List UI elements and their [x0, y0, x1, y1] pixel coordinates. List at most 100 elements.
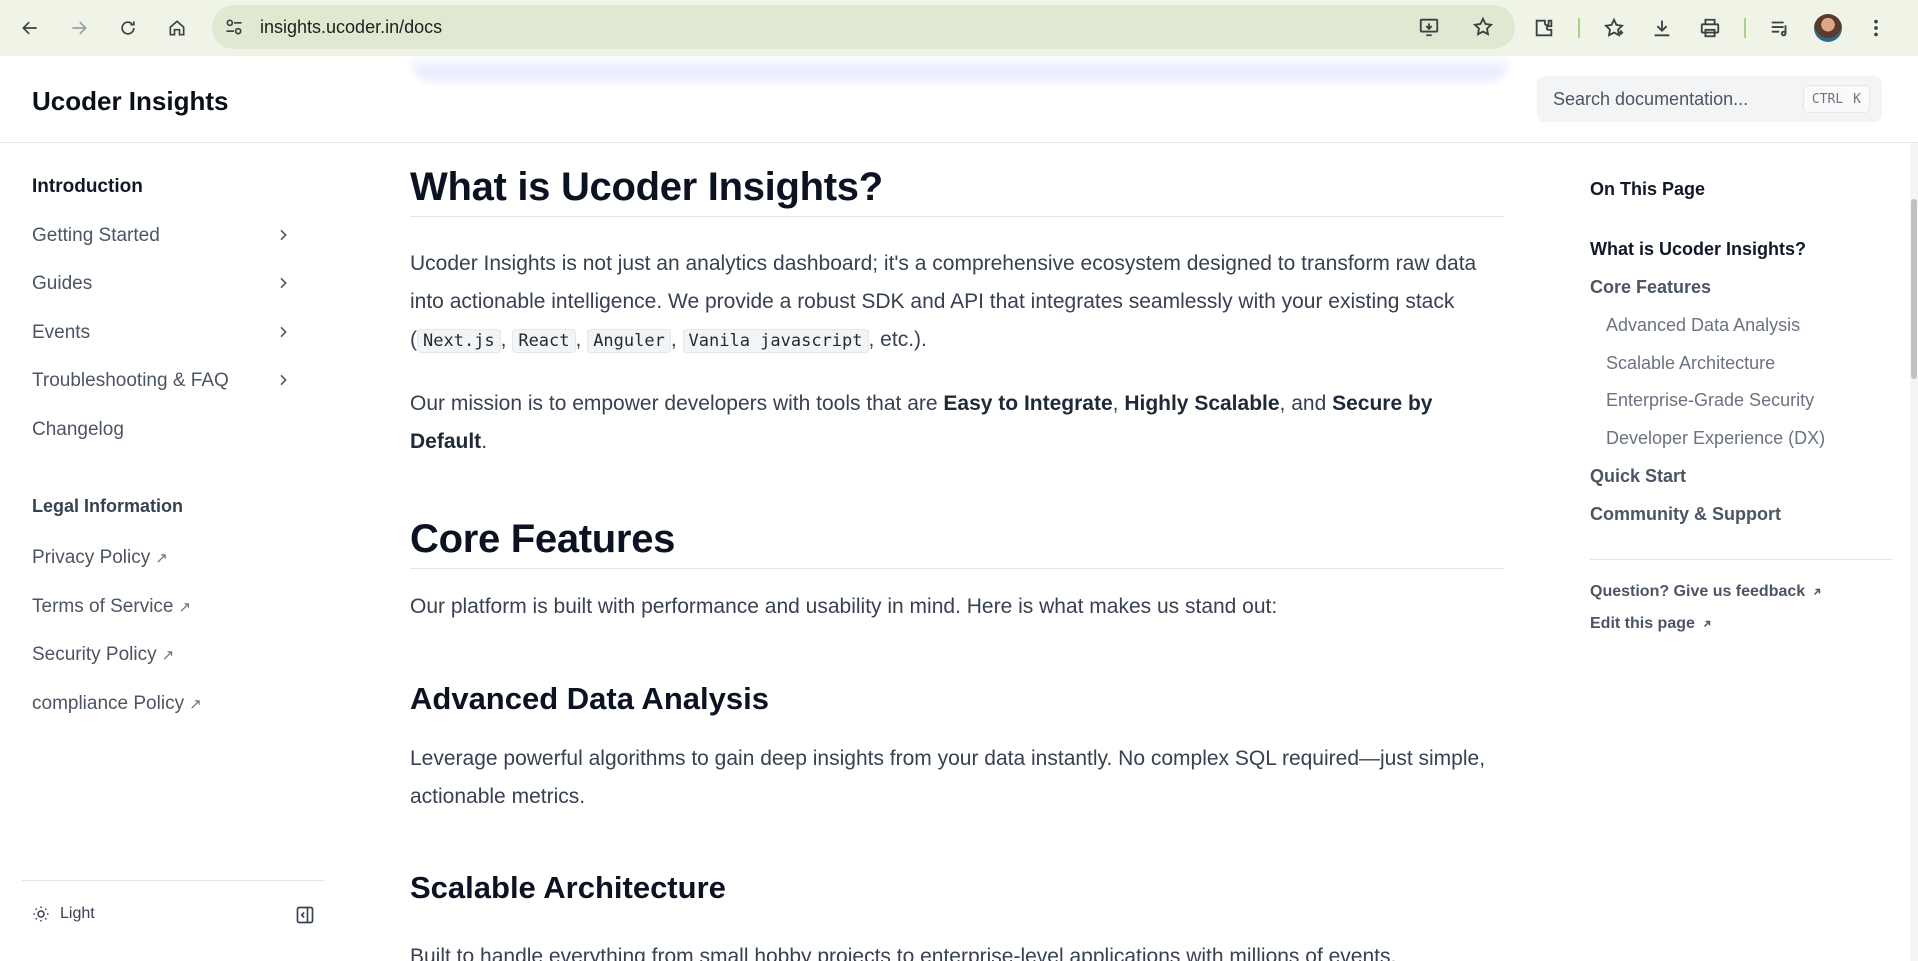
toc-item-scalable-architecture[interactable]: Scalable Architecture [1606, 353, 1775, 374]
external-link-icon: ↗ [161, 647, 175, 664]
sun-icon [33, 906, 49, 922]
scalable-architecture-heading: Scalable Architecture [410, 870, 726, 905]
profile-avatar[interactable] [1814, 14, 1842, 42]
sidebar-item-terms-of-service[interactable]: Terms of Service ↗ [32, 589, 317, 625]
back-icon[interactable] [12, 10, 48, 46]
sidebar-item-security-policy[interactable]: Security Policy ↗ [32, 637, 317, 673]
toolbar-separator [1578, 18, 1580, 38]
search-box[interactable]: CTRL K [1537, 76, 1882, 122]
external-link-icon [1703, 620, 1711, 628]
shortcut-key: K [1853, 91, 1861, 107]
url-text[interactable]: insights.ucoder.in/docs [260, 17, 442, 38]
sidebar-item-label: Privacy Policy [32, 547, 151, 568]
address-bar[interactable]: insights.ucoder.in/docs [212, 5, 1515, 49]
code-vanila-javascript: Vanila javascript [682, 329, 869, 353]
site-settings-icon[interactable] [222, 15, 246, 39]
external-link-icon: ↗ [189, 696, 202, 713]
chevron-right-icon [280, 277, 287, 289]
chevron-right-icon [280, 229, 287, 241]
sidebar-item-label: Troubleshooting & FAQ [32, 370, 229, 391]
intro-text-end: , etc.). [868, 328, 927, 351]
media-queue-icon[interactable] [1766, 14, 1794, 42]
advanced-data-analysis-heading: Advanced Data Analysis [410, 681, 769, 716]
theme-label: Light [60, 905, 95, 922]
reading-list-icon[interactable] [1600, 14, 1628, 42]
edit-page-link[interactable]: Edit this page [1590, 615, 1713, 633]
brand-logo[interactable]: Ucoder Insights [32, 86, 228, 117]
sidebar-item-privacy-policy[interactable]: Privacy Policy ↗ [32, 540, 317, 576]
core-features-paragraph: Our platform is built with performance a… [410, 595, 1278, 618]
sidebar-item-events[interactable]: Events [32, 315, 317, 351]
sidebar-item-changelog[interactable]: Changelog [32, 412, 317, 448]
sidebar-item-label: Introduction [32, 176, 143, 197]
toc-item-core-features[interactable]: Core Features [1590, 277, 1711, 298]
page-title: What is Ucoder Insights? [410, 165, 883, 209]
core-features-heading: Core Features [410, 517, 676, 561]
toc-item-enterprise-security[interactable]: Enterprise-Grade Security [1606, 390, 1814, 411]
sidebar-item-label: Events [32, 322, 91, 343]
edit-page-label: Edit this page [1590, 615, 1695, 632]
toc-item-what-is[interactable]: What is Ucoder Insights? [1590, 239, 1806, 260]
sidebar-item-getting-started[interactable]: Getting Started [32, 218, 317, 254]
toc-divider [1590, 559, 1893, 560]
sidebar-item-label: Getting Started [32, 225, 160, 246]
forward-icon[interactable] [61, 10, 97, 46]
core-features-divider [410, 568, 1505, 569]
sidebar-item-label: Changelog [32, 419, 124, 440]
sidebar-item-troubleshooting[interactable]: Troubleshooting & FAQ [32, 363, 317, 399]
search-shortcut-badge: CTRL K [1802, 85, 1870, 113]
collapse-sidebar-icon[interactable] [295, 905, 315, 925]
home-icon[interactable] [159, 10, 195, 46]
sidebar-item-compliance-policy[interactable]: compliance Policy ↗ [32, 686, 317, 722]
print-icon[interactable] [1696, 14, 1724, 42]
sidebar-footer: Light [22, 880, 325, 940]
mission-paragraph: Our mission is to empower developers wit… [410, 392, 1433, 453]
menu-kebab-icon[interactable] [1862, 14, 1890, 42]
mission-scalable: Highly Scalable [1124, 392, 1280, 415]
sidebar-item-label: Terms of Service [32, 596, 174, 617]
external-link-icon: ↗ [155, 550, 168, 567]
toolbar-separator [1744, 18, 1746, 38]
intro-paragraph: Ucoder Insights is not just an analytics… [410, 252, 1477, 353]
toc-item-quick-start[interactable]: Quick Start [1590, 466, 1686, 487]
sidebar-item-label: Security Policy [32, 644, 157, 665]
on-this-page-toc: On This Page What is Ucoder Insights? Co… [1590, 143, 1893, 643]
extensions-icon[interactable] [1530, 14, 1558, 42]
code-react: React [512, 329, 576, 353]
page-scrollbar[interactable] [1910, 143, 1918, 961]
toc-item-advanced-data-analysis[interactable]: Advanced Data Analysis [1606, 315, 1800, 336]
bookmark-star-icon[interactable] [1469, 13, 1497, 41]
header-glow [410, 56, 1510, 86]
title-divider [410, 216, 1505, 217]
code-anguler: Anguler [587, 329, 671, 353]
reload-icon[interactable] [110, 10, 146, 46]
scalable-architecture-paragraph: Built to handle everything from small ho… [410, 945, 1397, 961]
mission-easy: Easy to Integrate [943, 392, 1113, 415]
scrollbar-thumb[interactable] [1911, 199, 1917, 379]
docs-sidebar: Introduction Getting Started Guides Even… [22, 143, 325, 961]
advanced-data-analysis-paragraph: Leverage powerful algorithms to gain dee… [410, 747, 1486, 808]
feedback-link-label: Question? Give us feedback [1590, 583, 1806, 600]
mission-and: , and [1279, 392, 1333, 415]
install-app-icon[interactable] [1415, 13, 1443, 41]
external-link-icon [1814, 588, 1821, 596]
sidebar-item-label: Guides [32, 273, 93, 294]
sidebar-item-guides[interactable]: Guides [32, 266, 317, 302]
downloads-icon[interactable] [1648, 14, 1676, 42]
toc-item-developer-experience[interactable]: Developer Experience (DX) [1606, 428, 1825, 449]
feedback-link[interactable]: Question? Give us feedback [1590, 583, 1823, 601]
sidebar-item-introduction[interactable]: Introduction [32, 169, 317, 205]
shortcut-ctrl: CTRL [1811, 91, 1844, 107]
sidebar-item-label: compliance Policy [32, 693, 185, 714]
search-input[interactable] [1553, 88, 1803, 110]
toc-item-community-support[interactable]: Community & Support [1590, 504, 1781, 525]
legal-heading: Legal Information [32, 496, 184, 516]
mission-text: Our mission is to empower developers wit… [410, 392, 944, 415]
site-header: Ucoder Insights CTRL K [0, 56, 1918, 143]
chevron-right-icon [280, 326, 287, 338]
browser-toolbar: insights.ucoder.in/docs [0, 0, 1918, 56]
toc-title: On This Page [1590, 179, 1706, 199]
theme-toggle-button[interactable]: Light [32, 905, 95, 923]
code-nextjs: Next.js [417, 329, 501, 353]
chevron-right-icon [280, 374, 287, 386]
